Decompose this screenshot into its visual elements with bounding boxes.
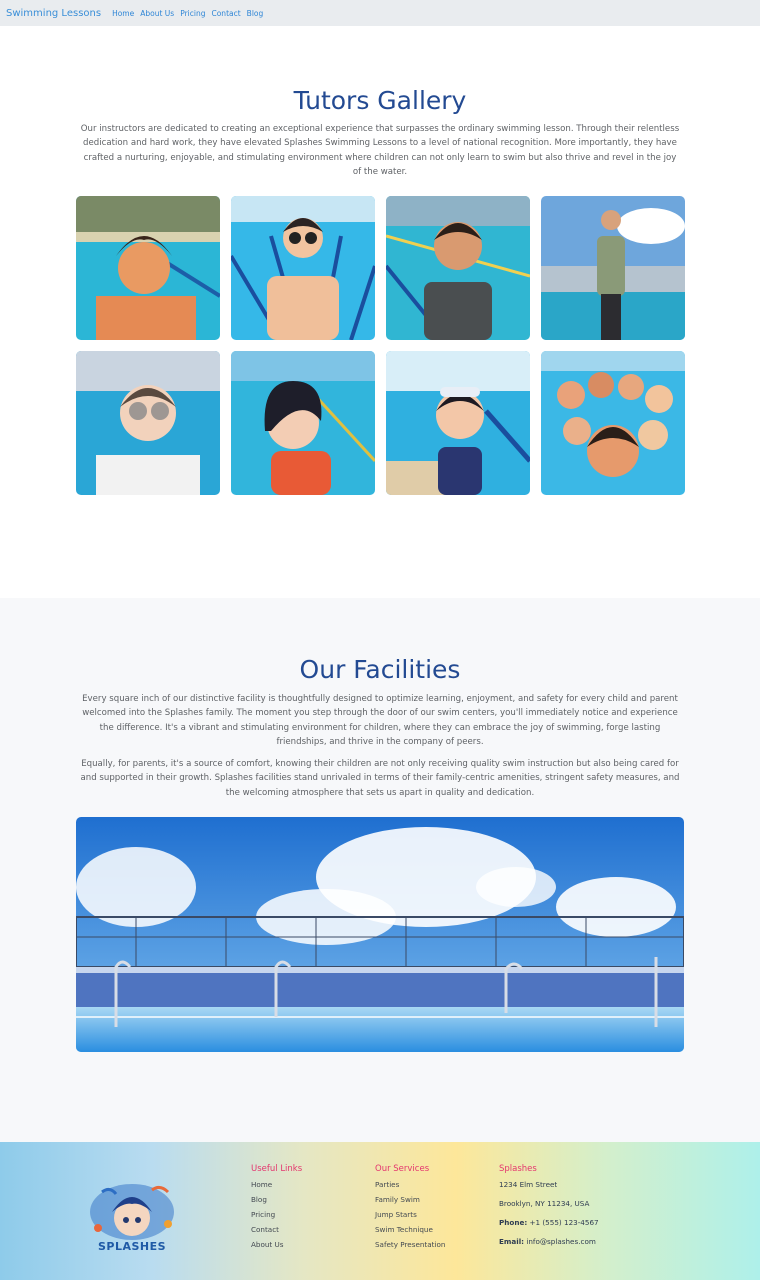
nav-link-contact[interactable]: Contact [211,9,240,18]
tutor-photo[interactable] [76,196,220,340]
footer-service-swim-technique[interactable]: Swim Technique [375,1225,445,1240]
footer-link-blog[interactable]: Blog [251,1195,302,1210]
phone-value[interactable]: +1 (555) 123-4567 [530,1218,599,1227]
contact-phone: Phone: +1 (555) 123-4567 [499,1218,599,1237]
facilities-paragraph-1: Every square inch of our distinctive fac… [82,694,678,747]
navbar: Swimming Lessons Home About Us Pricing C… [0,0,760,26]
footer-service-safety-presentation[interactable]: Safety Presentation [375,1240,445,1255]
footer-link-contact[interactable]: Contact [251,1225,302,1240]
nav-link-home[interactable]: Home [112,9,134,18]
footer-service-jump-starts[interactable]: Jump Starts [375,1210,445,1225]
footer: SPLASHES Useful Links Home Blog Pricing … [0,1142,760,1280]
tutors-description: Our instructors are dedicated to creatin… [80,124,680,177]
phone-label: Phone: [499,1218,528,1227]
nav-link-pricing[interactable]: Pricing [180,9,205,18]
email-value[interactable]: info@splashes.com [526,1237,595,1246]
contact-heading: Splashes [499,1164,537,1174]
footer-service-family-swim[interactable]: Family Swim [375,1195,445,1210]
tutors-section: Tutors Gallery Our instructors are dedic… [0,26,760,598]
footer-useful-links: Useful Links Home Blog Pricing Contact A… [251,1164,302,1255]
facilities-paragraph-2: Equally, for parents, it's a source of c… [80,759,680,798]
tutor-photo[interactable] [541,351,685,495]
facilities-section: Our Facilities Every square inch of our … [0,598,760,1142]
tutors-title: Tutors Gallery [293,86,467,115]
tutor-photo[interactable] [386,196,530,340]
useful-links-heading: Useful Links [251,1164,303,1174]
brand-link[interactable]: Swimming Lessons [6,8,101,19]
contact-email: Email: info@splashes.com [499,1237,599,1256]
logo-wordmark: SPLASHES [97,1240,167,1253]
footer-link-pricing[interactable]: Pricing [251,1210,302,1225]
tutor-photo[interactable] [231,196,375,340]
contact-city: Brooklyn, NY 11234, USA [499,1199,590,1208]
nav-link-about-us[interactable]: About Us [140,9,174,18]
tutor-gallery [76,196,685,496]
tutor-photo[interactable] [231,351,375,495]
tutor-photo[interactable] [76,351,220,495]
contact-street: 1234 Elm Street [499,1180,558,1189]
services-heading: Our Services [375,1164,430,1174]
footer-link-home[interactable]: Home [251,1180,302,1195]
footer-service-parties[interactable]: Parties [375,1180,445,1195]
nav-link-blog[interactable]: Blog [247,9,264,18]
footer-contact: Splashes 1234 Elm Street Brooklyn, NY 11… [499,1164,599,1256]
footer-link-about-us[interactable]: About Us [251,1240,302,1255]
footer-services: Our Services Parties Family Swim Jump St… [375,1164,445,1255]
facility-pool-image [76,817,684,1052]
email-label: Email: [499,1237,525,1246]
tutor-photo[interactable] [386,351,530,495]
tutor-photo[interactable] [541,196,685,340]
facilities-title: Our Facilities [299,655,461,684]
